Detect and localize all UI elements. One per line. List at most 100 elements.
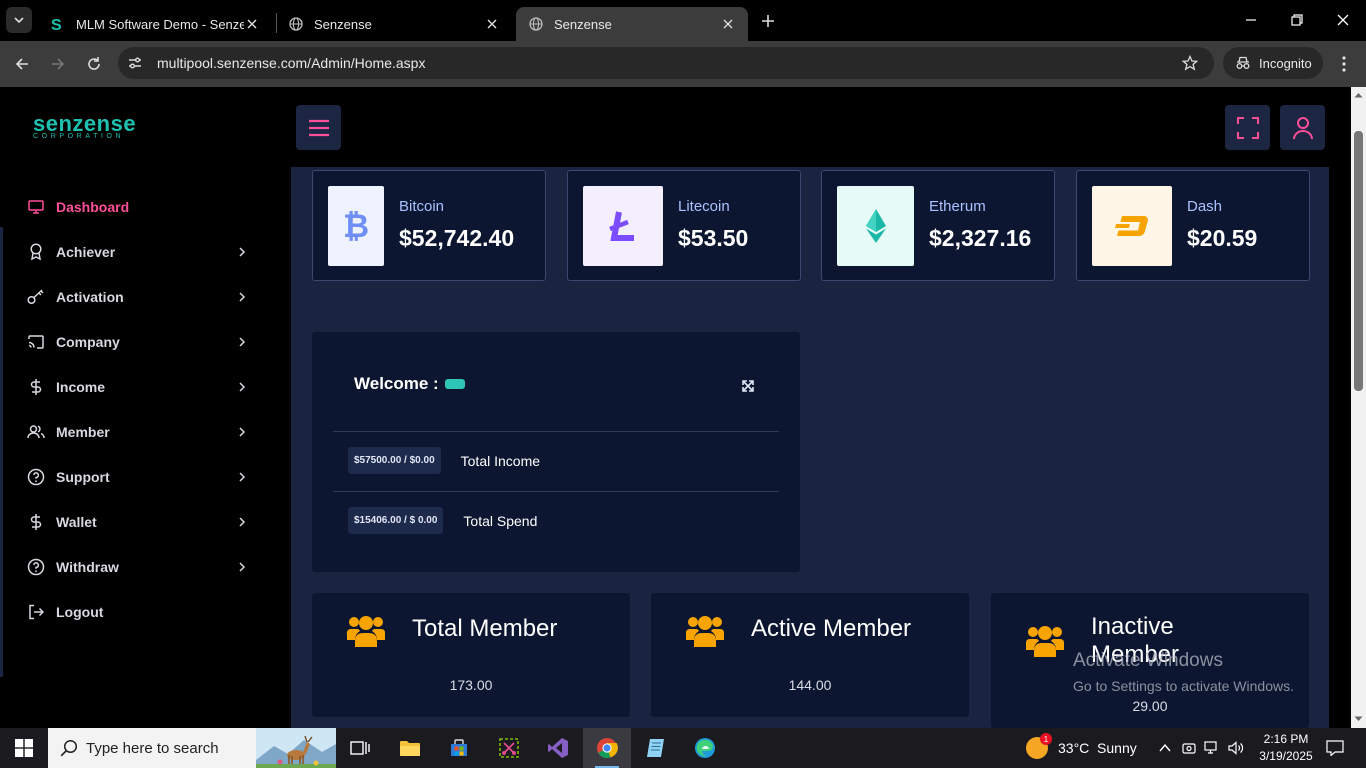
chevron-right-icon: [237, 337, 247, 347]
expand-card-button[interactable]: [740, 378, 756, 394]
tab-mlm-demo[interactable]: S MLM Software Demo - Senzense: [38, 7, 272, 41]
sidebar-edge: [0, 227, 3, 677]
close-window-button[interactable]: [1320, 0, 1366, 40]
coin-price: $20.59: [1187, 225, 1258, 251]
sidebar-item-label: Member: [56, 424, 110, 440]
clock-time: 2:16 PM: [1263, 732, 1309, 746]
visual-studio-icon: [548, 738, 568, 758]
omnibox[interactable]: multipool.senzense.com/Admin/Home.aspx: [118, 47, 1214, 79]
sidebar-item-achiever[interactable]: Achiever: [27, 237, 247, 267]
incognito-icon: [1236, 56, 1250, 69]
file-explorer-button[interactable]: [386, 728, 434, 768]
taskbar-search-box[interactable]: Type here to search: [48, 728, 336, 768]
meet-now-button[interactable]: [1178, 728, 1200, 768]
tab-search-button[interactable]: [6, 7, 32, 33]
sidebar-item-wallet[interactable]: Wallet: [27, 507, 247, 537]
sidebar-item-company[interactable]: Company: [27, 327, 247, 357]
close-icon[interactable]: [244, 16, 260, 32]
folder-icon: [400, 741, 420, 756]
chevron-right-icon: [237, 472, 247, 482]
minimize-button[interactable]: [1228, 0, 1274, 40]
close-icon[interactable]: [484, 16, 500, 32]
restore-icon: [1291, 14, 1303, 26]
notepad-button[interactable]: [632, 728, 680, 768]
bitcoin-icon: ₿: [328, 186, 384, 266]
activate-windows-watermark: Activate Windows Go to Settings to activ…: [1073, 650, 1294, 694]
stat-card-active-member: Active Member 144.00: [651, 593, 969, 717]
scroll-down-arrow-icon[interactable]: [1354, 714, 1363, 723]
snipping-tool-button[interactable]: [485, 728, 533, 768]
coin-card-etherum: Etherum $2,327.16: [821, 170, 1055, 281]
coin-name: Litecoin: [678, 198, 730, 215]
sidebar-item-label: Logout: [56, 604, 104, 620]
dollar-icon: [27, 378, 45, 396]
plus-icon: [762, 15, 774, 27]
chrome-icon: [597, 738, 618, 759]
total-spend-row: $15406.00 / $ 0.00 Total Spend: [348, 507, 537, 534]
url-text[interactable]: multipool.senzense.com/Admin/Home.aspx: [157, 55, 425, 71]
watermark-line1: Activate Windows: [1073, 650, 1223, 671]
task-view-button[interactable]: [336, 728, 384, 768]
users-group-icon: [346, 616, 385, 647]
sidebar-item-member[interactable]: Member: [27, 417, 247, 447]
users-group-icon: [1026, 626, 1064, 657]
award-icon: [27, 243, 45, 261]
volume-button[interactable]: [1225, 728, 1247, 768]
clock-date: 3/19/2025: [1259, 749, 1313, 763]
cast-icon: [27, 333, 45, 351]
arrow-right-icon: [52, 58, 65, 70]
forward-button[interactable]: [44, 50, 72, 78]
more-vertical-icon: [1342, 56, 1346, 72]
system-clock[interactable]: 2:16 PM 3/19/2025: [1258, 731, 1314, 765]
user-profile-button[interactable]: [1280, 105, 1325, 150]
sidebar-item-label: Achiever: [56, 244, 116, 260]
network-button[interactable]: [1201, 728, 1223, 768]
incognito-label: Incognito: [1259, 55, 1312, 71]
microsoft-store-button[interactable]: [435, 728, 483, 768]
back-button[interactable]: [8, 50, 36, 78]
sidebar-item-activation[interactable]: Activation: [27, 282, 247, 312]
reload-button[interactable]: [80, 50, 108, 78]
notification-center-button[interactable]: [1320, 728, 1350, 768]
logo-subtext: CORPORATION: [33, 133, 125, 140]
scroll-up-arrow-icon[interactable]: [1354, 90, 1363, 99]
spend-label: Total Spend: [463, 512, 538, 529]
coin-name: Bitcoin: [399, 198, 445, 215]
browser-menu-button[interactable]: [1334, 50, 1354, 78]
senzense-logo[interactable]: senzense CORPORATION: [33, 113, 136, 141]
edge-icon: [695, 738, 715, 758]
users-group-icon: [686, 616, 724, 647]
sidebar-item-withdraw[interactable]: Withdraw: [27, 552, 247, 582]
sidebar-item-dashboard[interactable]: Dashboard: [27, 192, 247, 222]
stat-value: 29.00: [1132, 698, 1168, 714]
start-button[interactable]: [0, 728, 48, 768]
sidebar-item-income[interactable]: Income: [27, 372, 247, 402]
coin-name: Dash: [1187, 198, 1223, 215]
bookmark-star-icon[interactable]: [1180, 53, 1200, 73]
sidebar-item-logout[interactable]: Logout: [27, 597, 247, 627]
coin-name: Etherum: [929, 198, 986, 215]
close-icon[interactable]: [720, 16, 736, 32]
globe-icon: [528, 16, 544, 32]
page-scrollbar[interactable]: [1351, 87, 1366, 728]
weather-widget[interactable]: 1 33°C Sunny: [1026, 728, 1137, 768]
new-tab-button[interactable]: [756, 9, 780, 33]
hamburger-menu-button[interactable]: [296, 105, 341, 150]
sidebar-item-support[interactable]: Support: [27, 462, 247, 492]
help-circle-icon: [27, 558, 45, 576]
edge-button[interactable]: [681, 728, 729, 768]
visual-studio-button[interactable]: [534, 728, 582, 768]
restore-button[interactable]: [1274, 0, 1320, 40]
chrome-button[interactable]: [583, 728, 631, 768]
fullscreen-button[interactable]: [1225, 105, 1270, 150]
site-info-icon[interactable]: [126, 54, 144, 72]
tab-senzense-1[interactable]: Senzense: [276, 7, 512, 41]
tab-senzense-active[interactable]: Senzense: [516, 7, 748, 41]
scrollbar-thumb[interactable]: [1354, 131, 1363, 391]
coin-price: $53.50: [678, 225, 749, 251]
help-circle-icon: [27, 468, 45, 486]
incognito-indicator[interactable]: Incognito: [1223, 47, 1323, 79]
tray-overflow-button[interactable]: [1154, 728, 1176, 768]
network-icon: [1204, 741, 1217, 754]
search-placeholder: Type here to search: [86, 739, 219, 757]
